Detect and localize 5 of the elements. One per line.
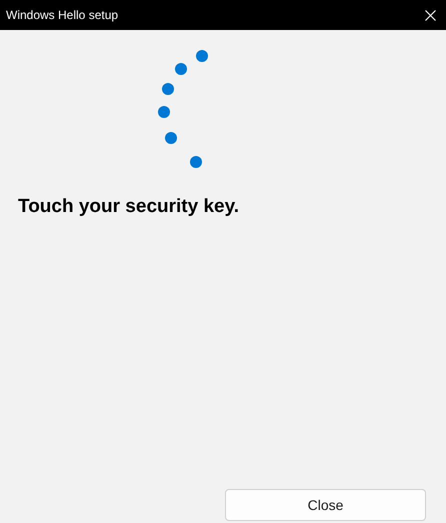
close-button[interactable]: Close <box>225 489 426 521</box>
window-title: Windows Hello setup <box>5 8 120 22</box>
loading-spinner-icon <box>155 48 209 170</box>
close-icon[interactable] <box>425 10 436 20</box>
instruction-heading: Touch your security key. <box>18 196 240 218</box>
